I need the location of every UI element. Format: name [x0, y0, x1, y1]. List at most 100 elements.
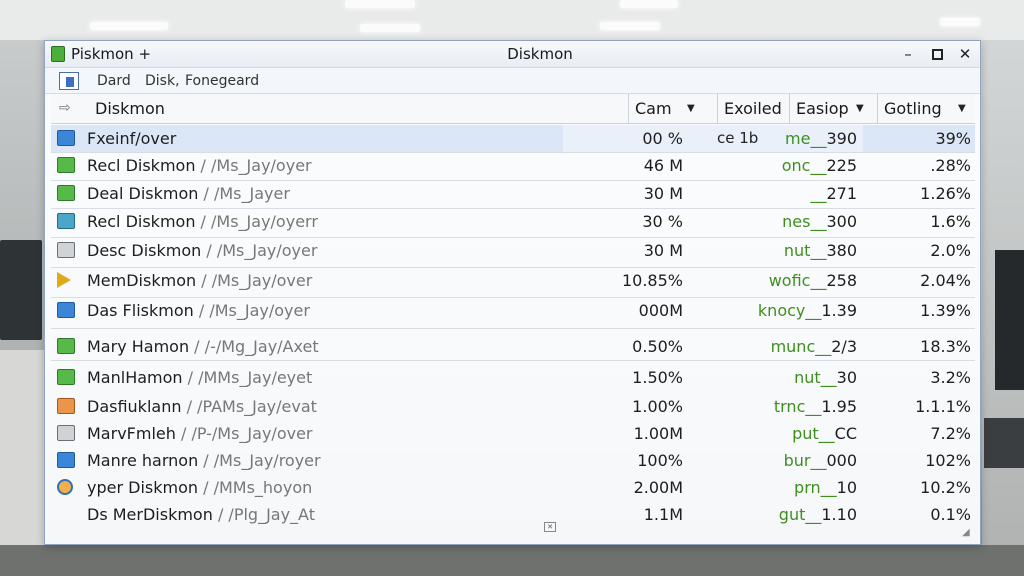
- row-code-prefix: trnc: [773, 397, 806, 416]
- drive-icon: [57, 242, 75, 258]
- row-name-text: Das Fliskmon: [87, 301, 194, 320]
- column-header-easiop[interactable]: Easiop ▼: [789, 94, 873, 124]
- row-code: me__390: [785, 129, 857, 148]
- column-header-cam[interactable]: Cam ▼: [628, 94, 708, 124]
- minimize-button[interactable]: –: [896, 43, 920, 65]
- row-code: munc__2/3: [770, 337, 857, 356]
- column-header-exoiled[interactable]: Exoiled: [717, 94, 789, 124]
- row-name: Mary Hamon / /-/Mg_Jay/Axet: [87, 337, 319, 356]
- table-row[interactable]: ManlHamon / /MMs_Jay/eyet 1.50% nut__30 3.2…: [51, 364, 975, 391]
- row-name-text: Dasfiuklann: [87, 397, 182, 416]
- table-row[interactable]: Mary Hamon / /-/Mg_Jay/Axet 0.50% munc__2/…: [51, 333, 975, 360]
- table-row[interactable]: Dasfiuklann / /PAMs_Jay/evat 1.00% trnc__1…: [51, 393, 975, 420]
- row-percent: 2.04%: [920, 271, 971, 290]
- row-size: 000M: [638, 301, 683, 320]
- row-code: prn__10: [794, 478, 857, 497]
- row-path: / /-/Mg_Jay/Axet: [189, 337, 319, 356]
- row-name: Recl Diskmon / /Ms_Jay/oyer: [87, 156, 312, 175]
- table-row[interactable]: Desc Diskmon / /Ms_Jay/oyer 30 M nut__380 2…: [51, 237, 975, 264]
- row-code: gut__1.10: [778, 505, 857, 524]
- row-path: / /P-/Ms_Jay/over: [175, 424, 313, 443]
- app-icon: [51, 46, 65, 62]
- row-code-number: 1.10: [821, 505, 857, 524]
- row-code-prefix: onc: [781, 156, 811, 175]
- row-percent: 3.2%: [930, 368, 971, 387]
- table-row[interactable]: Recl Diskmon / /Ms_Jay/oyerr 30 % nes__300…: [51, 208, 975, 235]
- title-bar[interactable]: Piskmon + Diskmon – ✕: [45, 41, 980, 68]
- row-size: 10.85%: [621, 271, 683, 290]
- disc-icon: [57, 479, 73, 495]
- row-path: / /Ms_Jayer: [198, 184, 290, 203]
- image-icon: [57, 452, 75, 468]
- row-path: / /Ms_Jay/oyer: [201, 241, 318, 260]
- row-code-prefix: gut: [778, 505, 806, 524]
- network-icon: [57, 369, 75, 385]
- menu-item-fonegeard[interactable]: Fonegeard: [185, 73, 259, 89]
- row-path: / /Ms_Jay/oyerr: [195, 212, 318, 231]
- row-percent: 0.1%: [930, 505, 971, 524]
- menu-item-disk[interactable]: Disk,: [145, 73, 180, 89]
- table-row[interactable]: MarvFmleh / /P-/Ms_Jay/over 1.00M put__CC 7…: [51, 420, 975, 447]
- maximize-icon: [931, 49, 943, 60]
- row-size: 30 %: [642, 212, 683, 231]
- row-name-text: Manre harnon: [87, 451, 199, 470]
- table-row[interactable]: Recl Diskmon / /Ms_Jay/oyer 46 M onc__225.…: [51, 152, 975, 179]
- row-code-prefix: wofic: [768, 271, 811, 290]
- row-size: 46 M: [643, 156, 683, 175]
- row-path: / /Ms_Jay/royer: [198, 451, 321, 470]
- row-code-number: 300: [826, 212, 857, 231]
- menu-app-icon[interactable]: [59, 72, 79, 90]
- row-percent: 39%: [935, 129, 971, 148]
- row-code-number: 225: [826, 156, 857, 175]
- table-row[interactable]: MemDiskmon / /Ms_Jay/over 10.85% wofic__25…: [51, 267, 975, 294]
- row-size: 00 %: [642, 129, 683, 148]
- row-code-number: 390: [826, 129, 857, 148]
- play-icon: [57, 272, 71, 288]
- table-row[interactable]: Das Fliskmon / /Ms_Jay/oyer 000M knocy__1.…: [51, 297, 975, 324]
- row-code: nut__30: [794, 368, 857, 387]
- chevron-down-icon[interactable]: ▼: [958, 103, 966, 114]
- column-header-gotling[interactable]: Gotling ▼: [877, 94, 975, 124]
- scroll-indicator[interactable]: ✕: [544, 522, 556, 532]
- row-code-number: 380: [826, 241, 857, 260]
- row-path: / /Ms_Jay/oyer: [195, 156, 312, 175]
- row-name: Fxeinf/over: [87, 129, 176, 148]
- forward-icon[interactable]: ⇨: [59, 100, 71, 116]
- row-code-prefix: prn: [794, 478, 821, 497]
- row-code: nut__380: [783, 241, 857, 260]
- row-name: Ds MerDiskmon / /Plg_Jay_At: [87, 505, 315, 524]
- chevron-down-icon[interactable]: ▼: [856, 103, 864, 114]
- office-ceiling: [0, 0, 1024, 40]
- close-button[interactable]: ✕: [953, 43, 977, 65]
- row-name: Recl Diskmon / /Ms_Jay/oyerr: [87, 212, 318, 231]
- row-name: Deal Diskmon / /Ms_Jayer: [87, 184, 290, 203]
- table-row[interactable]: Ds MerDiskmon / /Plg_Jay_At 1.1M gut__1.10…: [51, 501, 975, 528]
- row-name-text: Deal Diskmon: [87, 184, 199, 203]
- row-name-text: yper Diskmon: [87, 478, 199, 497]
- background-monitor: [0, 240, 42, 340]
- column-label: Easiop: [796, 99, 849, 118]
- menu-item-dard[interactable]: Dard: [97, 73, 131, 89]
- table-row[interactable]: Deal Diskmon / /Ms_Jayer 30 M __271 1.26%: [51, 180, 975, 207]
- chevron-down-icon[interactable]: ▼: [687, 103, 695, 114]
- table-row[interactable]: yper Diskmon / /MMs_hoyon 2.00M prn__10 10.…: [51, 474, 975, 501]
- ceiling-light: [600, 22, 660, 30]
- row-code-number: 1.95: [821, 397, 857, 416]
- column-label: Cam: [635, 99, 672, 118]
- resize-grip-icon[interactable]: ◢: [962, 527, 970, 538]
- row-name-text: Recl Diskmon: [87, 156, 196, 175]
- row-percent: 7.2%: [930, 424, 971, 443]
- ceiling-light: [90, 22, 168, 30]
- row-path: / /MMs_hoyon: [198, 478, 313, 497]
- maximize-button[interactable]: [925, 43, 949, 65]
- table-row[interactable]: Fxeinf/over 00 % ce 1b me__390 39%: [51, 125, 975, 152]
- folder-icon: [57, 213, 75, 229]
- row-size: 100%: [637, 451, 683, 470]
- table-row[interactable]: Manre harnon / /Ms_Jay/royer 100% bur__000…: [51, 447, 975, 474]
- row-path: / /Plg_Jay_At: [212, 505, 315, 524]
- row-code: put__CC: [792, 424, 857, 443]
- row-separator: [51, 360, 975, 361]
- row-code-prefix: nut: [783, 241, 811, 260]
- row-name-text: Recl Diskmon: [87, 212, 196, 231]
- row-path: / /PAMs_Jay/evat: [181, 397, 317, 416]
